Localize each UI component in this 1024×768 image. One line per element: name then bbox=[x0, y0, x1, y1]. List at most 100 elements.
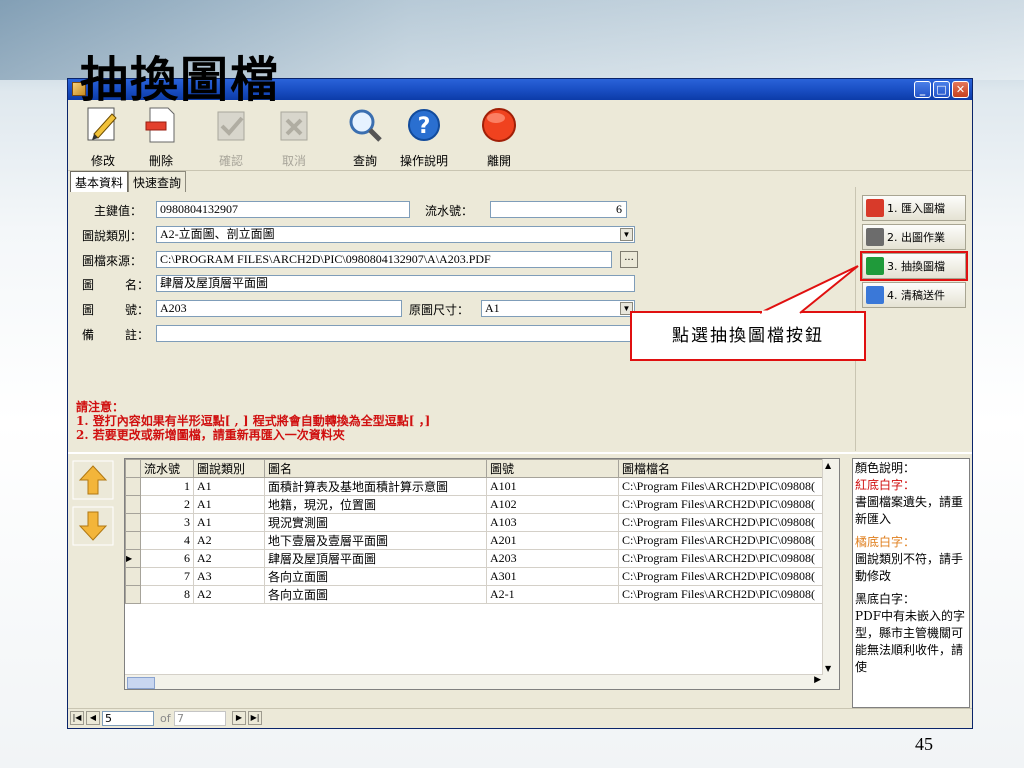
svg-text:?: ? bbox=[418, 114, 431, 139]
minimize-button[interactable]: _ bbox=[914, 81, 931, 98]
remark-field[interactable] bbox=[156, 325, 635, 342]
cancel-button-label: 取消 bbox=[281, 154, 306, 168]
table-vertical-scrollbar[interactable]: ▲ ▼ bbox=[822, 459, 839, 689]
swap-drawing-button[interactable]: 3. 抽換圖檔 bbox=[860, 251, 968, 281]
next-record-icon[interactable]: ▶ bbox=[232, 711, 246, 725]
prev-record-icon[interactable]: ◀ bbox=[86, 711, 100, 725]
size-value: A1 bbox=[485, 301, 500, 315]
serial-field[interactable]: 6 bbox=[490, 201, 627, 218]
scroll-right-arrow-icon[interactable]: ▶ bbox=[814, 675, 821, 685]
table-header-row: 流水號 圖說類別 圖名 圖號 圖檔檔名 bbox=[125, 459, 830, 478]
delete-button-label: 刪除 bbox=[148, 154, 173, 168]
tab-quick-search[interactable]: 快速查詢 bbox=[128, 171, 187, 192]
of-label: of bbox=[160, 712, 171, 725]
help-button[interactable]: ? 操作說明 bbox=[397, 104, 451, 168]
cell-filename: C:\Program Files\ARCH2D\PIC\09808( bbox=[618, 531, 830, 550]
table-row[interactable]: 1 A1 面積計算表及基地面積計算示意圖 A101 C:\Program Fil… bbox=[125, 477, 830, 496]
table-horizontal-scrollbar[interactable]: ▶ bbox=[125, 674, 823, 689]
number-field[interactable]: A203 bbox=[156, 300, 402, 317]
records-area: 流水號 圖說類別 圖名 圖號 圖檔檔名 1 A1 面積計算表及基地面積計算示意圖… bbox=[68, 452, 972, 710]
cell-category: A2 bbox=[193, 585, 265, 604]
notice-line-2: 2. 若要更改或新增圖檔，請重新再匯入一次資料夾 bbox=[76, 428, 345, 442]
row-selector-current[interactable]: ▶ bbox=[125, 549, 141, 568]
cancel-icon bbox=[275, 106, 313, 144]
import-drawing-button[interactable]: 1. 匯入圖檔 bbox=[862, 195, 966, 221]
row-selector[interactable] bbox=[125, 477, 141, 496]
cell-name: 各向立面圖 bbox=[264, 585, 487, 604]
size-select[interactable]: A1 ▼ bbox=[481, 300, 635, 317]
current-record-field[interactable]: 5 bbox=[102, 711, 154, 726]
key-label: 主鍵值： bbox=[94, 204, 143, 218]
name-field[interactable]: 肆層及屋頂層平面圖 bbox=[156, 275, 635, 292]
cell-number: A101 bbox=[486, 477, 619, 496]
table-row[interactable]: 2 A1 地籍，現況，位置圖 A102 C:\Program Files\ARC… bbox=[125, 495, 830, 514]
category-label: 圖說類別： bbox=[82, 229, 143, 243]
row-selector[interactable] bbox=[125, 531, 141, 550]
first-record-icon[interactable]: |◀ bbox=[70, 711, 84, 725]
col-number-header[interactable]: 圖號 bbox=[486, 459, 619, 478]
remark-label-1: 備 bbox=[82, 328, 95, 342]
cell-category: A1 bbox=[193, 513, 265, 532]
col-name-header[interactable]: 圖名 bbox=[264, 459, 487, 478]
source-field[interactable]: C:\PROGRAM FILES\ARCH2D\PIC\098080413290… bbox=[156, 251, 612, 268]
move-down-button[interactable] bbox=[72, 506, 114, 546]
cell-number: A103 bbox=[486, 513, 619, 532]
cell-category: A2 bbox=[193, 549, 265, 568]
plot-output-label: 2. 出圖作業 bbox=[887, 231, 945, 244]
col-category-header[interactable]: 圖說類別 bbox=[193, 459, 265, 478]
cell-category: A3 bbox=[193, 567, 265, 586]
cell-serial: 6 bbox=[140, 549, 194, 568]
scroll-down-arrow-icon[interactable]: ▼ bbox=[825, 664, 831, 673]
color-legend-panel: 顏色說明： 紅底白字： 書圖檔案遺失，請重新匯入 橘底白字： 圖說類別不符，請手… bbox=[852, 458, 970, 708]
table-row-selected[interactable]: ▶ 6 A2 肆層及屋頂層平面圖 A203 C:\Program Files\A… bbox=[125, 549, 830, 568]
table-row[interactable]: 3 A1 現況實測圖 A103 C:\Program Files\ARCH2D\… bbox=[125, 513, 830, 532]
page-number: 45 bbox=[915, 734, 933, 754]
table-row[interactable]: 7 A3 各向立面圖 A301 C:\Program Files\ARCH2D\… bbox=[125, 567, 830, 586]
help-button-label: 操作說明 bbox=[399, 154, 448, 168]
edit-button[interactable]: 修改 bbox=[76, 104, 130, 168]
name-label-1: 圖 bbox=[82, 278, 95, 292]
close-button[interactable]: ✕ bbox=[952, 81, 969, 98]
row-selector[interactable] bbox=[125, 585, 141, 604]
source-label: 圖檔來源： bbox=[82, 254, 143, 268]
cancel-button[interactable]: 取消 bbox=[267, 104, 321, 168]
callout-pointer bbox=[759, 265, 859, 314]
tab-basic-info[interactable]: 基本資料 bbox=[70, 171, 129, 192]
table-row[interactable]: 8 A2 各向立面圖 A2-1 C:\Program Files\ARCH2D\… bbox=[125, 585, 830, 604]
plot-output-button[interactable]: 2. 出圖作業 bbox=[862, 224, 966, 250]
query-button[interactable]: 查詢 bbox=[338, 104, 392, 168]
row-selector[interactable] bbox=[125, 567, 141, 586]
browse-button[interactable]: ... bbox=[620, 251, 638, 268]
legend-orange-title: 橘底白字： bbox=[855, 535, 916, 549]
import-drawing-label: 1. 匯入圖檔 bbox=[887, 202, 945, 215]
col-filename-header[interactable]: 圖檔檔名 bbox=[618, 459, 830, 478]
chevron-down-icon[interactable]: ▼ bbox=[620, 228, 633, 241]
confirm-button[interactable]: 確認 bbox=[204, 104, 258, 168]
cell-number: A102 bbox=[486, 495, 619, 514]
notice-heading: 請注意： bbox=[76, 400, 125, 414]
cell-name: 地籍，現況，位置圖 bbox=[264, 495, 487, 514]
slide-title: 抽換圖檔 bbox=[80, 52, 281, 108]
last-record-icon[interactable]: ▶| bbox=[248, 711, 262, 725]
cell-name: 各向立面圖 bbox=[264, 567, 487, 586]
scroll-up-arrow-icon[interactable]: ▲ bbox=[825, 461, 831, 470]
move-up-button[interactable] bbox=[72, 460, 114, 500]
total-records-field: 7 bbox=[174, 711, 226, 726]
maximize-button[interactable]: □ bbox=[933, 81, 950, 98]
help-icon: ? bbox=[405, 106, 443, 144]
row-selector[interactable] bbox=[125, 495, 141, 514]
delete-button[interactable]: 刪除 bbox=[134, 104, 188, 168]
clean-submit-button[interactable]: 4. 清稿送件 bbox=[862, 282, 966, 308]
toolbar: 修改 刪除 確認 取消 查詢 ? 操作說明 離開 bbox=[68, 100, 972, 171]
category-select[interactable]: A2-立面圖、剖立面圖 ▼ bbox=[156, 226, 635, 243]
col-serial-header[interactable]: 流水號 bbox=[140, 459, 194, 478]
record-navigator: |◀ ◀ 5 of 7 ▶ ▶| bbox=[68, 708, 972, 729]
exit-button[interactable]: 離開 bbox=[472, 104, 526, 168]
key-field[interactable]: 0980804132907 bbox=[156, 201, 410, 218]
table-row[interactable]: 4 A2 地下壹層及壹層平面圖 A201 C:\Program Files\AR… bbox=[125, 531, 830, 550]
row-selector[interactable] bbox=[125, 513, 141, 532]
scroll-thumb[interactable] bbox=[127, 677, 155, 689]
legend-red-desc: 書圖檔案遺失，請重新匯入 bbox=[855, 495, 964, 526]
cell-name: 面積計算表及基地面積計算示意圖 bbox=[264, 477, 487, 496]
cell-number: A301 bbox=[486, 567, 619, 586]
